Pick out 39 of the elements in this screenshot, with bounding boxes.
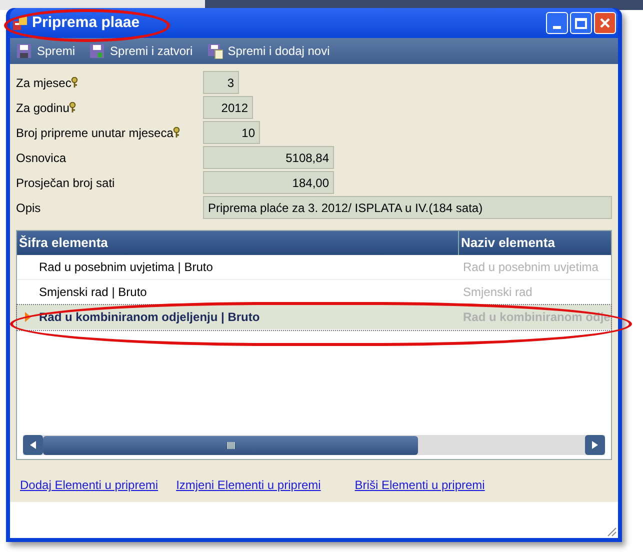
- table-cell: Rad u posebnim uvjetima | Bruto: [39, 260, 213, 274]
- toolbar-button[interactable]: Spremi i zatvori: [87, 40, 195, 62]
- table-cell: Smjenski rad: [463, 285, 532, 299]
- scroll-right-button[interactable]: [585, 435, 605, 455]
- right-arrow-icon: [592, 441, 598, 449]
- link[interactable]: Briši Elementi u pripremi: [354, 476, 485, 494]
- table-row[interactable]: Rad u posebnim uvjetima | Bruto Rad u posebnim uvjetima: [17, 255, 611, 280]
- link[interactable]: Izmjeni Elementi u pripremi: [176, 476, 321, 494]
- field-label: Prosječan broj sati: [16, 174, 115, 192]
- left-arrow-icon: [30, 441, 36, 449]
- input-field[interactable]: 3: [203, 71, 239, 94]
- minimize-button[interactable]: [546, 12, 568, 34]
- link[interactable]: Dodaj Elementi u pripremi: [20, 476, 158, 494]
- field-label: Opis: [16, 200, 41, 216]
- toolbar-button[interactable]: Spremi: [14, 40, 78, 62]
- close-icon: [599, 17, 611, 29]
- input-field[interactable]: Priprema plaće za 3. 2012/ ISPLATA u IV.(184 sata): [203, 196, 612, 219]
- table-cell: Rad u posebnim uvjetima: [463, 260, 598, 274]
- horizontal-scrollbar[interactable]: [23, 435, 605, 455]
- window-title: Priprema plaae: [32, 12, 140, 33]
- input-field[interactable]: 5108,84: [203, 146, 334, 169]
- table-cell: Smjenski rad | Bruto: [39, 285, 147, 299]
- column-header[interactable]: Šifra elementa: [17, 231, 459, 255]
- column-header[interactable]: Naziv elementa: [459, 231, 611, 255]
- input-field[interactable]: 2012: [203, 96, 253, 119]
- scroll-left-button[interactable]: [23, 435, 43, 455]
- field-label: Za godinu: [16, 100, 70, 116]
- toolbar-button[interactable]: Spremi i dodaj novi: [204, 40, 332, 62]
- close-button[interactable]: [594, 12, 616, 34]
- input-field[interactable]: 184,00: [203, 171, 334, 194]
- app-icon: [12, 15, 28, 31]
- maximize-button[interactable]: [570, 12, 592, 34]
- input-field[interactable]: 10: [203, 121, 260, 144]
- field-label: Za mjesec: [16, 74, 72, 92]
- field-label: Broj pripreme unutar mjeseca: [16, 124, 174, 142]
- field-label: Osnovica: [16, 150, 66, 166]
- scroll-thumb[interactable]: [43, 436, 418, 454]
- current-row-icon: [25, 312, 31, 322]
- resize-grip-icon[interactable]: [607, 527, 617, 537]
